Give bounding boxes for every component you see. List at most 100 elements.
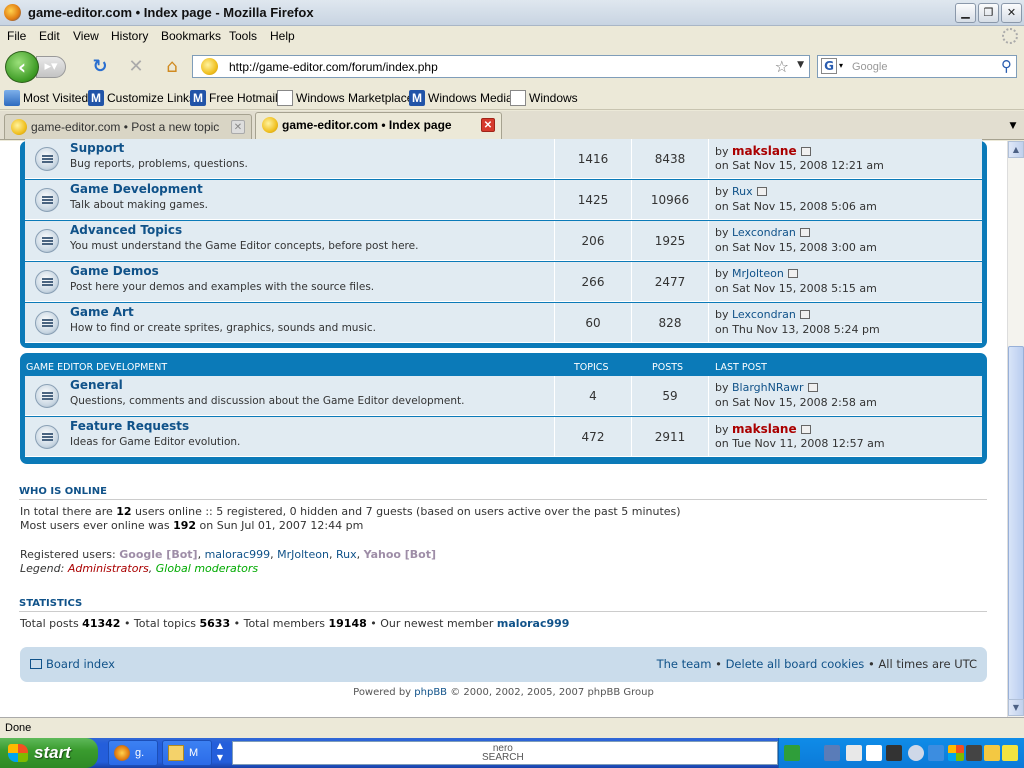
menu-file[interactable]: File	[7, 29, 26, 43]
bookmark-windows[interactable]: Windows	[510, 90, 578, 108]
menu-view[interactable]: View	[73, 29, 99, 43]
tray-monitor-icon[interactable]	[846, 745, 862, 761]
tray-help-icon[interactable]	[866, 745, 882, 761]
phpbb-link[interactable]: phpBB	[414, 687, 447, 698]
start-label: start	[34, 743, 71, 762]
vertical-scrollbar[interactable]: ▲ ▼	[1007, 141, 1024, 717]
tab-close-icon[interactable]: ✕	[481, 118, 495, 132]
category-title[interactable]: GAME EDITOR DEVELOPMENT	[26, 362, 167, 373]
view-latest-post-icon[interactable]	[756, 187, 767, 196]
scrollbar-thumb[interactable]	[1008, 346, 1024, 706]
tray-pen-icon[interactable]	[824, 745, 840, 761]
online-user-link[interactable]: malorac999	[205, 548, 271, 561]
author-link[interactable]: makslane	[732, 422, 797, 436]
online-user-link[interactable]: Yahoo [Bot]	[364, 548, 436, 561]
author-link[interactable]: Lexcondran	[732, 308, 796, 321]
url-dropdown-icon[interactable]: ▼	[797, 60, 804, 70]
tab-close-icon[interactable]: ✕	[231, 120, 245, 134]
online-user-link[interactable]: Google [Bot]	[119, 548, 197, 561]
view-latest-post-icon[interactable]	[799, 228, 810, 237]
view-latest-post-icon[interactable]	[787, 269, 798, 278]
forum-title-link[interactable]: Advanced Topics	[70, 223, 182, 237]
scroll-down-icon[interactable]: ▼	[1008, 699, 1024, 716]
online-user-link[interactable]: MrJolteon	[277, 548, 329, 561]
online-user-link[interactable]: Rux	[336, 548, 357, 561]
address-bar[interactable]: http://game-editor.com/forum/index.php ☆…	[192, 55, 810, 78]
bookmark-star-icon[interactable]: ☆	[775, 57, 789, 76]
forum-title-link[interactable]: Support	[70, 141, 124, 155]
menu-help[interactable]: Help	[270, 29, 295, 43]
menu-edit[interactable]: Edit	[39, 29, 60, 43]
start-button[interactable]: start	[0, 738, 98, 768]
reload-icon[interactable]: ↻	[88, 55, 112, 79]
bookmark-windows-media[interactable]: M Windows Media	[409, 90, 513, 108]
forum-title-link[interactable]: Game Demos	[70, 264, 159, 278]
url-text[interactable]: http://game-editor.com/forum/index.php	[229, 60, 438, 74]
tab-post-new-topic[interactable]: game-editor.com • Post a new topic ✕	[4, 114, 252, 139]
tray-messenger-icon[interactable]	[1002, 745, 1018, 761]
legend-global-moderators[interactable]: Global moderators	[156, 562, 258, 575]
tray-collapse-icon[interactable]	[908, 745, 924, 761]
bookmark-most-visited[interactable]: Most Visited	[4, 90, 88, 108]
bookmark-customize-links[interactable]: M Customize Links	[88, 90, 195, 108]
tray-speaker-icon[interactable]	[984, 745, 1000, 761]
author-link[interactable]: Lexcondran	[732, 226, 796, 239]
forum-row: Game Development Talk about making games.…	[25, 180, 982, 220]
maximize-button[interactable]: ❐	[978, 3, 999, 23]
bookmark-windows-marketplace[interactable]: Windows Marketplace	[277, 90, 413, 108]
taskbar-folder[interactable]: M	[162, 740, 212, 766]
windows-logo-icon	[8, 744, 28, 762]
author-link[interactable]: BlarghNRawr	[732, 381, 804, 394]
tray-arrow-icon[interactable]	[784, 745, 800, 761]
author-link[interactable]: Rux	[732, 185, 753, 198]
forum-title-link[interactable]: Feature Requests	[70, 419, 189, 433]
home-icon[interactable]: ⌂	[160, 55, 184, 79]
by-label: by	[715, 423, 729, 436]
forum-title-link[interactable]: Game Art	[70, 305, 134, 319]
legend-administrators[interactable]: Administrators	[68, 562, 149, 575]
author-link[interactable]: makslane	[732, 144, 797, 158]
online-record-text: Most users ever online was 192 on Sun Ju…	[20, 519, 364, 532]
board-index-link[interactable]: Board index	[30, 657, 115, 671]
forum-title-link[interactable]: General	[70, 378, 123, 392]
author-link[interactable]: MrJolteon	[732, 267, 784, 280]
view-latest-post-icon[interactable]	[800, 147, 811, 156]
who-is-online-heading[interactable]: WHO IS ONLINE	[19, 486, 107, 497]
tray-zone-icon[interactable]	[966, 745, 982, 761]
search-box[interactable]: G ▾ Google ⚲	[817, 55, 1017, 78]
forum-title-link[interactable]: Game Development	[70, 182, 203, 196]
search-icon[interactable]: ⚲	[1001, 57, 1012, 75]
the-team-link[interactable]: The team	[657, 657, 712, 671]
menu-bookmarks[interactable]: Bookmarks	[161, 29, 221, 43]
search-placeholder[interactable]: Google	[852, 61, 887, 73]
topics-count: 4	[589, 389, 597, 403]
column-posts-header: POSTS	[652, 362, 684, 373]
close-window-button[interactable]: ✕	[1001, 3, 1022, 23]
tab-index-page[interactable]: game-editor.com • Index page ✕	[255, 112, 502, 140]
menu-history[interactable]: History	[111, 29, 148, 43]
tray-windows-icon[interactable]	[948, 745, 964, 761]
back-button[interactable]: ‹	[5, 51, 39, 83]
nero-search-logo[interactable]: nero SEARCH	[482, 744, 524, 763]
tab-list-dropdown-icon[interactable]: ▼	[1006, 117, 1020, 135]
by-label: by	[715, 145, 729, 158]
delete-cookies-link[interactable]: Delete all board cookies	[726, 657, 865, 671]
taskbar-firefox[interactable]: g.	[108, 740, 158, 766]
bookmark-free-hotmail[interactable]: M Free Hotmail	[190, 90, 278, 108]
engine-dropdown-icon[interactable]: ▾	[839, 61, 843, 70]
menu-tools[interactable]: Tools	[229, 29, 257, 43]
view-latest-post-icon[interactable]	[807, 383, 818, 392]
scroll-up-icon[interactable]: ▲	[1008, 141, 1024, 158]
last-post-author: by Lexcondran	[715, 226, 810, 239]
view-latest-post-icon[interactable]	[799, 310, 810, 319]
view-latest-post-icon[interactable]	[800, 425, 811, 434]
minimize-button[interactable]: ▁	[955, 3, 976, 23]
google-engine-icon[interactable]: G	[821, 58, 837, 74]
taskbar-scroll-icon[interactable]: ▲ ▼	[213, 740, 227, 766]
tray-device-icon[interactable]	[886, 745, 902, 761]
newest-member-link[interactable]: malorac999	[497, 617, 570, 630]
forum-description: Talk about making games.	[70, 199, 208, 211]
forward-button[interactable]: ▸▾	[36, 56, 66, 78]
tray-network-icon[interactable]	[928, 745, 944, 761]
stop-icon[interactable]: ✕	[124, 55, 148, 79]
